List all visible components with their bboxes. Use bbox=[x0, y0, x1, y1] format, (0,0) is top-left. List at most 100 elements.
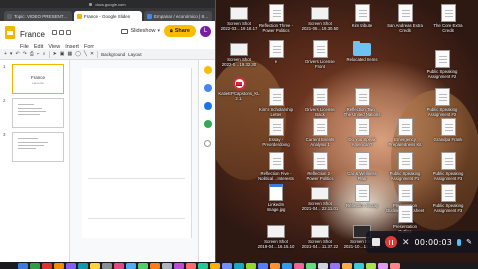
star-icon[interactable] bbox=[52, 30, 58, 36]
dock-app-icon[interactable] bbox=[126, 263, 136, 269]
zoom-icon[interactable]: ⌕ bbox=[43, 51, 46, 57]
tab-topic[interactable]: Topic: VIDEO PRESENTATIO… bbox=[4, 11, 72, 21]
desktop-file-icon[interactable]: Public Speaking Assignment #2 bbox=[414, 50, 470, 79]
dock-app-icon[interactable] bbox=[318, 263, 328, 269]
dock-app-icon[interactable] bbox=[174, 263, 184, 269]
slide-thumbnail-row[interactable]: 1 France Laurento bbox=[3, 64, 64, 94]
desktop-file-icon[interactable]: Relocated Items bbox=[334, 40, 390, 62]
menu-file[interactable]: File bbox=[20, 44, 29, 50]
microphone-icon[interactable] bbox=[457, 238, 462, 246]
slide-thumbnail-2[interactable] bbox=[12, 98, 64, 128]
desktop-file-icon[interactable]: Public Speaking Assignment #3 bbox=[420, 152, 476, 181]
thumbnail-text-line bbox=[18, 108, 42, 109]
cloud-status-icon[interactable] bbox=[66, 30, 72, 36]
desktop-file-icon[interactable]: Grandpa Frank bbox=[420, 118, 476, 142]
dock-app-icon[interactable] bbox=[342, 263, 352, 269]
paint-format-icon[interactable]: ⌐ bbox=[37, 51, 40, 57]
tab-france-slides[interactable]: France - Google Slides bbox=[74, 11, 142, 21]
desktop-file-label: Public Speaking Assignment #2 bbox=[426, 69, 458, 79]
chevron-down-icon[interactable]: ▾ bbox=[158, 28, 161, 34]
pause-icon[interactable] bbox=[385, 236, 397, 248]
title-block: France File Edit View Insert Forr bbox=[20, 24, 94, 50]
file-icon bbox=[397, 152, 413, 170]
slide-thumbnail-row[interactable]: 2 bbox=[3, 98, 64, 128]
doc-title[interactable]: France bbox=[20, 30, 45, 39]
dock-app-icon[interactable] bbox=[30, 263, 40, 269]
text-box-icon[interactable]: ▣ bbox=[60, 51, 65, 57]
menu-view[interactable]: View bbox=[48, 44, 60, 50]
shape-icon[interactable]: ◯ bbox=[75, 51, 81, 57]
dock-app-icon[interactable] bbox=[54, 263, 64, 269]
slide-thumbnail-3[interactable] bbox=[12, 132, 64, 162]
slideshow-button[interactable]: Slideshow ▾ bbox=[121, 28, 160, 34]
dock-app-icon[interactable] bbox=[282, 263, 292, 269]
stop-icon[interactable] bbox=[372, 238, 380, 246]
add-addon-icon[interactable] bbox=[204, 140, 211, 147]
dock-app-icon[interactable] bbox=[366, 263, 376, 269]
dock-app-icon[interactable] bbox=[210, 263, 220, 269]
dock-app-icon[interactable] bbox=[378, 263, 388, 269]
maps-icon[interactable] bbox=[204, 120, 212, 128]
slide-thumbnail-1[interactable]: France Laurento bbox=[12, 64, 64, 94]
menu-insert[interactable]: Insert bbox=[65, 44, 79, 50]
menu-edit[interactable]: Edit bbox=[34, 44, 43, 50]
tab-empanar[interactable]: Empanar / económico | 8ch… bbox=[144, 11, 212, 21]
slide-canvas[interactable] bbox=[82, 68, 192, 238]
keep-icon[interactable] bbox=[204, 66, 212, 74]
contacts-icon[interactable] bbox=[204, 102, 212, 110]
share-button[interactable]: 🔒︎ Share bbox=[164, 25, 196, 37]
dock-app-icon[interactable] bbox=[258, 263, 268, 269]
file-icon bbox=[354, 184, 370, 202]
undo-icon[interactable]: ↶ bbox=[15, 51, 19, 57]
url-bar[interactable]: docs.google.com bbox=[0, 0, 215, 8]
select-cursor-icon[interactable]: ➤ bbox=[53, 51, 57, 57]
canvas-guide-line bbox=[88, 178, 185, 179]
cancel-icon[interactable]: ✕ bbox=[402, 237, 410, 247]
move-folder-icon[interactable] bbox=[59, 30, 65, 36]
dock-app-icon[interactable] bbox=[270, 263, 280, 269]
dock-app-icon[interactable] bbox=[78, 263, 88, 269]
line-icon[interactable]: ╲ bbox=[84, 51, 87, 57]
dock-app-icon[interactable] bbox=[294, 263, 304, 269]
dock-app-icon[interactable] bbox=[138, 263, 148, 269]
image-icon[interactable]: ▦ bbox=[68, 51, 73, 57]
slide-thumbnail-row[interactable]: 3 bbox=[3, 132, 64, 162]
dock-app-icon[interactable] bbox=[90, 263, 100, 269]
dock-app-icon[interactable] bbox=[246, 263, 256, 269]
dock-app-icon[interactable] bbox=[222, 263, 232, 269]
layout-button[interactable]: Layout bbox=[128, 52, 142, 57]
desktop-file-icon[interactable]: Public Speaking Assignment #2 bbox=[414, 88, 470, 117]
desktop-file-icon[interactable]: Reflection Two - The United Nations bbox=[334, 88, 390, 117]
chevron-down-icon[interactable]: ▾ bbox=[10, 51, 13, 57]
close-icon[interactable]: ✕ bbox=[90, 51, 94, 57]
print-icon[interactable]: ⎙ bbox=[30, 51, 34, 57]
dock-app-icon[interactable] bbox=[330, 263, 340, 269]
dock-app-icon[interactable] bbox=[150, 263, 160, 269]
background-button[interactable]: Background bbox=[101, 52, 125, 57]
dock-app-icon[interactable] bbox=[18, 263, 28, 269]
file-icon bbox=[354, 118, 370, 136]
pen-icon[interactable]: ✎ bbox=[466, 238, 472, 246]
avatar[interactable]: L bbox=[200, 25, 211, 37]
add-slide-icon[interactable]: + bbox=[4, 51, 7, 57]
thumbnail-text-line bbox=[18, 145, 44, 146]
dock-app-icon[interactable] bbox=[114, 263, 124, 269]
dock-app-icon[interactable] bbox=[42, 263, 52, 269]
menu-format[interactable]: Forr bbox=[84, 44, 94, 50]
dock-app-icon[interactable] bbox=[186, 263, 196, 269]
screenshot-icon bbox=[267, 225, 285, 238]
dock-app-icon[interactable] bbox=[102, 263, 112, 269]
dock-app-icon[interactable] bbox=[390, 263, 400, 269]
dock-app-icon[interactable] bbox=[306, 263, 316, 269]
dock-app-icon[interactable] bbox=[354, 263, 364, 269]
screenshot-icon bbox=[311, 7, 329, 20]
dock-app-icon[interactable] bbox=[198, 263, 208, 269]
slides-logo-icon[interactable] bbox=[5, 26, 15, 39]
file-icon bbox=[397, 4, 413, 22]
redo-icon[interactable]: ↷ bbox=[23, 51, 27, 57]
dock-app-icon[interactable] bbox=[162, 263, 172, 269]
desktop-file-icon[interactable]: The Core Extra Credit bbox=[420, 4, 476, 33]
thumbnail-text-line bbox=[18, 111, 46, 112]
dock-app-icon[interactable] bbox=[234, 263, 244, 269]
dock-app-icon[interactable] bbox=[66, 263, 76, 269]
